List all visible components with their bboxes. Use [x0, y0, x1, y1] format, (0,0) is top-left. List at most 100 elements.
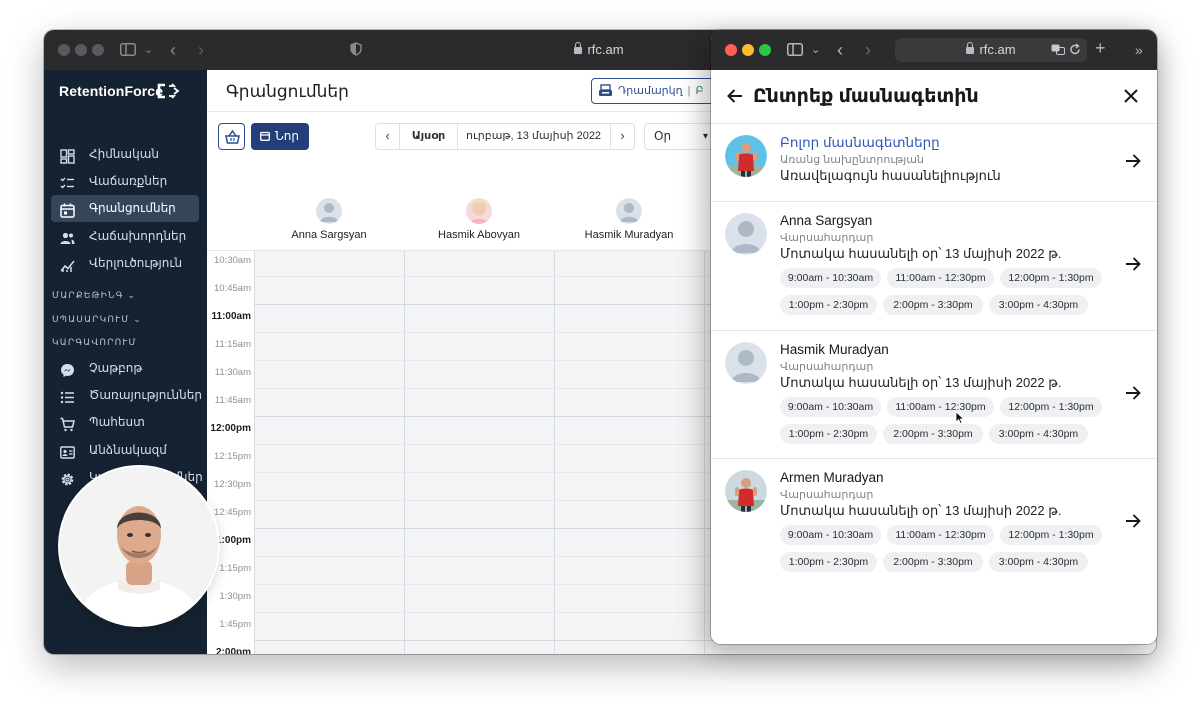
sidebar-item-checklist[interactable]: Վաճառքներ [51, 168, 199, 195]
sidebar-item-cart[interactable]: Պահեստ [51, 409, 199, 436]
sidebar-item-messenger[interactable]: Չաթբոթ [51, 355, 199, 382]
sidebar-item-id-card[interactable]: Անձնակազմ [51, 437, 199, 464]
time-slot-chip[interactable]: 9:00am - 10:30am [780, 397, 881, 417]
arrow-right-icon[interactable] [1123, 511, 1143, 531]
arrow-right-icon[interactable] [1123, 151, 1143, 171]
time-slot-chip[interactable]: 9:00am - 10:30am [780, 268, 881, 288]
close-window-dot[interactable] [725, 44, 737, 56]
time-slot-chip[interactable]: 11:00am - 12:30pm [887, 525, 994, 545]
section-service[interactable]: ՍՊԱՍԱՐԿՈՒՄ ⌄ [52, 314, 142, 325]
translate-icon[interactable] [1051, 44, 1065, 55]
current-date[interactable]: ուրբաթ, 13 մայիսի 2022 [466, 124, 601, 149]
staff-column[interactable] [554, 251, 704, 654]
time-slot-chip[interactable]: 1:00pm - 2:30pm [780, 552, 877, 572]
zoom-window-dot[interactable] [759, 44, 771, 56]
specialist-role: Վարսահարդար [780, 361, 874, 373]
staff-header-anna-sargsyan[interactable]: Anna Sargsyan [254, 198, 404, 241]
sidebar-item-list[interactable]: Ծառայություններ [51, 382, 202, 409]
privacy-shield-icon[interactable] [350, 42, 362, 56]
time-slot-chip[interactable]: 3:00pm - 4:30pm [989, 424, 1088, 444]
time-slot-label: 2:00pm [215, 647, 251, 654]
browser-forward-icon[interactable]: › [865, 40, 871, 60]
close-icon[interactable] [1121, 86, 1141, 106]
specialist-name[interactable]: Hasmik Muradyan [780, 342, 889, 357]
cash-register-tail: Բ [695, 85, 704, 97]
time-slot-chip[interactable]: 11:00am - 12:30pm [887, 268, 994, 288]
time-slot-chip[interactable]: 3:00pm - 4:30pm [989, 552, 1088, 572]
tab-menu-chevron-icon[interactable]: ⌄ [144, 40, 153, 60]
time-slot-chip[interactable]: 1:00pm - 2:30pm [780, 424, 877, 444]
time-slot-chip[interactable]: 11:00am - 12:30pm [887, 397, 994, 417]
time-slot-chip[interactable]: 1:00pm - 2:30pm [780, 295, 877, 315]
minimize-window-dot[interactable] [75, 44, 87, 56]
previous-day-button[interactable]: ‹ [376, 124, 400, 149]
cash-register-icon [599, 84, 612, 96]
sidebar-item-analytics[interactable]: Վերլուծություն [51, 250, 199, 277]
time-slot-chip[interactable]: 2:00pm - 3:30pm [883, 552, 983, 572]
time-slot-label: 10:45am [214, 283, 251, 294]
cash-register-label: Դրամարկղ [618, 85, 683, 97]
staff-name: Hasmik Abovyan [438, 229, 520, 241]
section-settings: ԿԱՐԳԱՎՈՐՈՒՄ [52, 337, 137, 347]
time-slot-label: 1:45pm [219, 619, 251, 630]
time-slot-chip[interactable]: 12:00pm - 1:30pm [1000, 268, 1102, 288]
staff-column[interactable] [254, 251, 404, 654]
time-slot-chip[interactable]: 2:00pm - 3:30pm [883, 295, 983, 315]
cash-register-button[interactable]: Դրամարկղ | Բ [591, 78, 721, 104]
basket-button[interactable] [218, 123, 245, 150]
lock-icon [966, 42, 975, 54]
minimize-window-dot[interactable] [742, 44, 754, 56]
time-slot-chip[interactable]: 12:00pm - 1:30pm [1000, 397, 1102, 417]
time-slot-label: 1:00pm [215, 535, 251, 546]
specialist-name[interactable]: Anna Sargsyan [780, 213, 872, 228]
new-tab-icon[interactable]: + [1095, 38, 1106, 58]
zoom-window-dot[interactable] [92, 44, 104, 56]
brand-logo[interactable]: RetentionForce [59, 83, 163, 99]
choose-specialist-title: Ընտրեք մասնագետին [753, 86, 979, 107]
time-slot-chip[interactable]: 12:00pm - 1:30pm [1000, 525, 1102, 545]
close-window-dot[interactable] [58, 44, 70, 56]
browser-back-icon[interactable]: ‹ [170, 40, 176, 60]
calendar-plus-icon [260, 131, 270, 141]
specialist-card[interactable]: Anna Sargsyan Վարսահարդար Մոտակա հասանելի … [711, 201, 1157, 330]
staff-header-hasmik-abovyan[interactable]: Hasmik Abovyan [404, 198, 554, 241]
sidebar-item-calendar[interactable]: Գրանցումներ [51, 195, 199, 223]
new-appointment-button[interactable]: Նոր [251, 123, 309, 150]
specialist-card[interactable]: Armen Muradyan Վարսահարդար Մոտակա հասանելի… [711, 458, 1157, 586]
time-slot-chip[interactable]: 2:00pm - 3:30pm [883, 424, 983, 444]
time-slot-label: 12:00pm [210, 423, 251, 434]
time-slot-chip[interactable]: 9:00am - 10:30am [780, 525, 881, 545]
browser-forward-icon[interactable]: › [198, 40, 204, 60]
section-marketing[interactable]: ՄԱՐՔԵԹԻՆԳ ⌄ [52, 290, 136, 301]
avatar [316, 198, 342, 224]
specialist-card[interactable]: Hasmik Muradyan Վարսահարդար Մոտակա հասանել… [711, 330, 1157, 458]
specialist-card[interactable]: Բոլոր մասնագետները Առանց նախընտրության Առա… [711, 123, 1157, 201]
sidebar-toggle-icon[interactable] [120, 43, 136, 56]
view-mode-value: Օր [654, 129, 672, 143]
front-window-titlebar: ⌄ ‹ › rfc.am + » [711, 30, 1157, 70]
staff-header-hasmik-muradyan[interactable]: Hasmik Muradyan [554, 198, 704, 241]
front-address-bar[interactable]: rfc.am [895, 38, 1087, 62]
sidebar-item-label: Անձնակազմ [89, 442, 167, 457]
time-slot-chip[interactable]: 3:00pm - 4:30pm [989, 295, 1088, 315]
specialist-name[interactable]: Armen Muradyan [780, 470, 884, 485]
browser-back-icon[interactable]: ‹ [837, 40, 843, 60]
date-navigator: ‹ Այսօր ուրբաթ, 13 մայիսի 2022 › [375, 123, 635, 150]
tab-overview-icon[interactable]: » [1135, 40, 1143, 60]
staff-column[interactable] [404, 251, 554, 654]
next-day-button[interactable]: › [610, 124, 634, 149]
sidebar-toggle-icon[interactable] [787, 43, 803, 56]
sidebar-item-label: Չաթբոթ [89, 361, 143, 375]
specialist-name[interactable]: Բոլոր մասնագետները [780, 135, 940, 151]
time-slot-label: 10:30am [214, 255, 251, 266]
back-arrow-icon[interactable] [725, 86, 745, 106]
time-axis: 10:30am 10:45am 11:00am 11:15am 11:30am 11:45… [207, 251, 254, 654]
arrow-right-icon[interactable] [1123, 254, 1143, 274]
arrow-right-icon[interactable] [1123, 383, 1143, 403]
sidebar-item-dashboard[interactable]: Հիմնական [51, 141, 199, 168]
today-button[interactable]: Այսօր [400, 124, 458, 149]
tab-menu-chevron-icon[interactable]: ⌄ [811, 40, 820, 60]
reload-icon[interactable] [1069, 43, 1081, 56]
specialist-photo [725, 342, 767, 384]
sidebar-item-users[interactable]: Հաճախորդներ [51, 223, 199, 250]
